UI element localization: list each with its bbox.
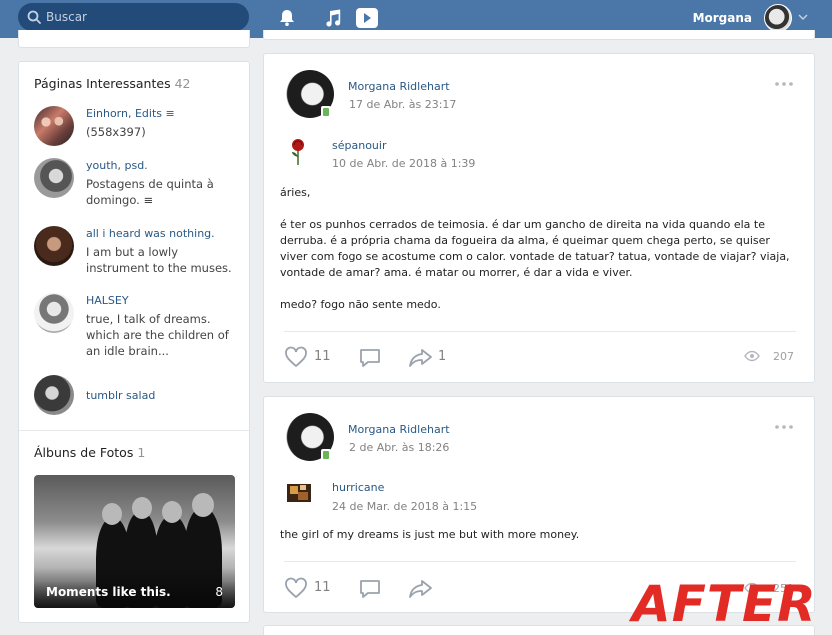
- page-description: I am but a lowly instrument to the muses…: [86, 245, 232, 275]
- page-avatar[interactable]: [34, 293, 74, 333]
- chevron-down-icon[interactable]: [798, 12, 808, 22]
- mobile-icon: [321, 106, 331, 119]
- albums-count: 1: [137, 445, 146, 460]
- search-box[interactable]: [18, 3, 249, 31]
- album-photo-count: 8: [215, 585, 223, 599]
- album-face: [192, 493, 214, 517]
- search-input[interactable]: [46, 7, 241, 27]
- like-button[interactable]: 11: [284, 577, 334, 599]
- repost-source-date[interactable]: 24 de Mar. de 2018 à 1:15: [332, 500, 477, 513]
- eye-icon: [744, 350, 760, 362]
- repost-source-name[interactable]: sépanouir: [332, 139, 386, 152]
- page-name[interactable]: youth, psd.: [86, 159, 148, 172]
- page-item[interactable]: all i heard was nothing. I am but a lowl…: [34, 226, 239, 282]
- share-count: 1: [438, 349, 447, 364]
- post-date[interactable]: 17 de Abr. às 23:17: [349, 98, 456, 111]
- post-author[interactable]: Morgana Ridlehart: [348, 80, 450, 93]
- photo-album-cover[interactable]: Moments like this. 8: [34, 475, 235, 608]
- comment-button[interactable]: [358, 347, 382, 369]
- section-divider: [19, 430, 249, 431]
- share-icon: [409, 580, 432, 598]
- profile-name[interactable]: Morgana: [693, 11, 752, 25]
- share-icon: [409, 349, 432, 367]
- video-icon[interactable]: [355, 6, 379, 30]
- post-text: the girl of my dreams is just me but wit…: [280, 527, 800, 559]
- post-divider: [284, 561, 796, 562]
- more-options-icon[interactable]: [774, 79, 794, 89]
- page-description: (558x397): [86, 125, 146, 139]
- post-paragraph: é ter os punhos cerrados de teimosia. é …: [280, 218, 790, 279]
- heart-icon: [285, 346, 307, 368]
- page-avatar[interactable]: [34, 106, 74, 146]
- post-divider: [284, 331, 796, 332]
- page-item[interactable]: youth, psd. Postagens de quinta à doming…: [34, 158, 239, 214]
- share-button[interactable]: 1: [408, 346, 458, 368]
- page-item[interactable]: HALSEY true, I talk of dreams. which are…: [34, 293, 239, 363]
- page-avatar[interactable]: [34, 226, 74, 266]
- post-text: áries, é ter os punhos cerrados de teimo…: [280, 185, 800, 329]
- feed-previous-block: [263, 30, 815, 40]
- page-name[interactable]: HALSEY: [86, 294, 129, 307]
- like-count: 11: [314, 349, 331, 364]
- page-name[interactable]: tumblr salad: [86, 389, 155, 402]
- left-previous-block: [18, 30, 250, 48]
- post-paragraph: the girl of my dreams is just me but wit…: [280, 528, 580, 541]
- share-button[interactable]: [408, 577, 438, 599]
- comment-icon: [360, 580, 380, 598]
- repost-source-name[interactable]: hurricane: [332, 481, 384, 494]
- post-author[interactable]: Morgana Ridlehart: [348, 423, 450, 436]
- like-button[interactable]: 11: [284, 346, 334, 368]
- comment-icon: [360, 349, 380, 367]
- like-count: 11: [314, 580, 331, 595]
- hurricane-thumbnail[interactable]: [286, 480, 312, 506]
- after-watermark: AFTER: [632, 575, 817, 633]
- albums-header[interactable]: Álbuns de Fotos 1: [34, 445, 145, 460]
- post-date[interactable]: 2 de Abr. às 18:26: [349, 441, 449, 454]
- page-name[interactable]: Einhorn, Edits ≡: [86, 107, 175, 120]
- album-face: [102, 503, 122, 525]
- view-counter: 207: [734, 350, 794, 364]
- page-description: true, I talk of dreams. which are the ch…: [86, 312, 229, 358]
- rose-icon[interactable]: [288, 137, 308, 167]
- album-title: Moments like this.: [46, 585, 171, 599]
- wall-post: Morgana Ridlehart 17 de Abr. às 23:17 sé…: [263, 53, 815, 383]
- post-paragraph: medo? fogo não sente medo.: [280, 298, 441, 311]
- repost-source-date[interactable]: 10 de Abr. de 2018 à 1:39: [332, 157, 475, 170]
- page-item[interactable]: tumblr salad: [34, 375, 239, 417]
- music-icon[interactable]: [322, 7, 344, 29]
- search-icon: [27, 10, 41, 24]
- page-avatar[interactable]: [34, 375, 74, 415]
- page-name[interactable]: all i heard was nothing.: [86, 227, 215, 240]
- bell-icon[interactable]: [276, 7, 298, 29]
- left-sidebar: Páginas Interessantes 42 Einhorn, Edits ≡…: [18, 61, 250, 623]
- heart-icon: [285, 577, 307, 599]
- profile-avatar[interactable]: [764, 4, 792, 32]
- page-item[interactable]: Einhorn, Edits ≡ (558x397): [34, 106, 239, 150]
- page-description: Postagens de quinta à domingo. ≡: [86, 177, 214, 207]
- more-options-icon[interactable]: [774, 422, 794, 432]
- post-paragraph: áries,: [280, 186, 311, 199]
- comment-button[interactable]: [358, 578, 382, 600]
- pages-header[interactable]: Páginas Interessantes 42: [34, 76, 191, 91]
- mobile-icon: [321, 449, 331, 462]
- pages-count: 42: [174, 76, 191, 91]
- page-avatar[interactable]: [34, 158, 74, 198]
- pages-title: Páginas Interessantes: [34, 76, 171, 91]
- album-face: [132, 497, 152, 519]
- album-face: [162, 501, 182, 523]
- view-count: 207: [773, 350, 794, 363]
- albums-title: Álbuns de Fotos: [34, 445, 134, 460]
